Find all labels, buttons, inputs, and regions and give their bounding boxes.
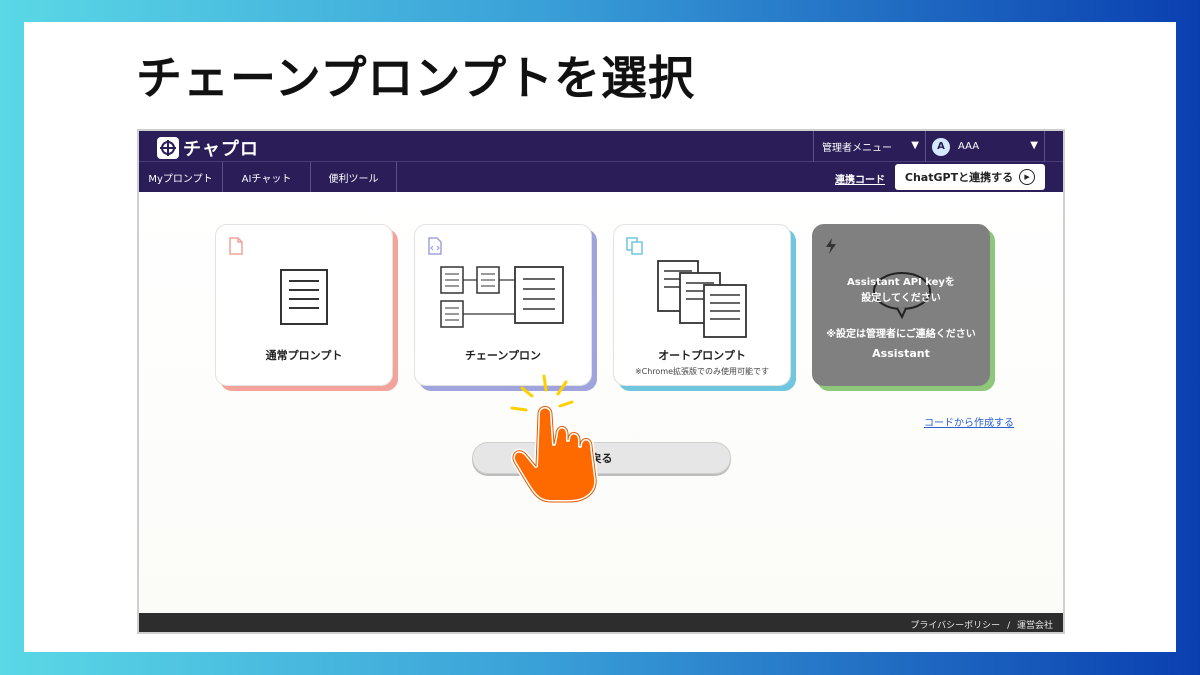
main-content: 通常プロンプト チェーンプロン オートプロンプト ※Chrome拡張版でのみ使用… bbox=[139, 192, 1063, 613]
app-window: チャプロ 管理者メニュー ▼ A AAA ▼ Myプロンプト AIチャット 便利… bbox=[137, 129, 1065, 634]
user-menu-dropdown[interactable]: A AAA ▼ bbox=[925, 131, 1045, 162]
admin-menu-label: 管理者メニュー bbox=[822, 143, 892, 154]
assistant-overlay-line1: Assistant API keyを bbox=[847, 277, 955, 288]
lightning-icon bbox=[825, 237, 837, 259]
file-icon bbox=[228, 237, 244, 259]
card-label: 通常プロンプト bbox=[265, 349, 343, 362]
user-name: AAA bbox=[958, 141, 980, 152]
company-link[interactable]: 運営会社 bbox=[1017, 621, 1053, 631]
pointing-hand-icon bbox=[504, 374, 614, 508]
avatar: A bbox=[932, 137, 950, 156]
nav-item-my-prompt[interactable]: Myプロンプト bbox=[139, 162, 223, 192]
assistant-overlay-line2: 設定してください bbox=[861, 293, 941, 304]
card-auto-prompt[interactable]: オートプロンプト ※Chrome拡張版でのみ使用可能です bbox=[613, 224, 791, 386]
link-code-link[interactable]: 連携コード bbox=[835, 171, 885, 186]
logo-icon bbox=[157, 137, 179, 159]
nav-item-tools[interactable]: 便利ツール bbox=[311, 162, 397, 192]
documents-stack-icon bbox=[656, 259, 752, 343]
nav-bar: Myプロンプト AIチャット 便利ツール 連携コード ChatGPTと連携する … bbox=[139, 162, 1063, 192]
logo-text: チャプロ bbox=[183, 139, 259, 160]
footer-separator: / bbox=[1007, 621, 1011, 631]
chevron-down-icon: ▼ bbox=[1030, 140, 1038, 151]
card-chain-prompt[interactable]: チェーンプロン bbox=[414, 224, 592, 386]
card-label: チェーンプロン bbox=[464, 349, 542, 362]
card-normal-prompt[interactable]: 通常プロンプト bbox=[215, 224, 393, 386]
slide: チェーンプロンプトを選択 チャプロ 管理者メニュー ▼ A AAA ▼ Myプロ… bbox=[24, 22, 1176, 652]
card-label: Assistant bbox=[872, 347, 930, 360]
admin-menu-dropdown[interactable]: 管理者メニュー ▼ bbox=[813, 131, 925, 162]
chain-diagram-icon bbox=[439, 265, 569, 335]
card-sub-note: ※Chrome拡張版でのみ使用可能です bbox=[634, 367, 770, 376]
chevron-down-icon: ▼ bbox=[911, 140, 919, 151]
slide-title: チェーンプロンプトを選択 bbox=[136, 51, 695, 105]
card-label: オートプロンプト bbox=[658, 349, 746, 362]
play-icon: ▶ bbox=[1019, 169, 1036, 185]
chatgpt-connect-label: ChatGPTと連携する bbox=[904, 171, 1014, 184]
top-bar: チャプロ 管理者メニュー ▼ A AAA ▼ bbox=[139, 131, 1063, 162]
footer-links: プライバシーポリシー / 運営会社 bbox=[910, 618, 1053, 631]
card-assistant[interactable]: Assistant API keyを 設定してください ※設定は管理者にご連絡く… bbox=[812, 224, 990, 386]
footer: プライバシーポリシー / 運営会社 bbox=[139, 613, 1063, 632]
logo[interactable]: チャプロ bbox=[157, 135, 259, 161]
document-icon bbox=[280, 269, 328, 329]
privacy-policy-link[interactable]: プライバシーポリシー bbox=[910, 621, 1000, 631]
create-from-code-link[interactable]: コードから作成する bbox=[924, 414, 1014, 429]
assistant-overlay-note: ※設定は管理者にご連絡ください bbox=[826, 329, 976, 340]
nav-item-ai-chat[interactable]: AIチャット bbox=[223, 162, 311, 192]
code-file-icon bbox=[427, 237, 443, 259]
copy-icon bbox=[626, 237, 644, 259]
chatgpt-connect-button[interactable]: ChatGPTと連携する ▶ bbox=[895, 164, 1045, 190]
